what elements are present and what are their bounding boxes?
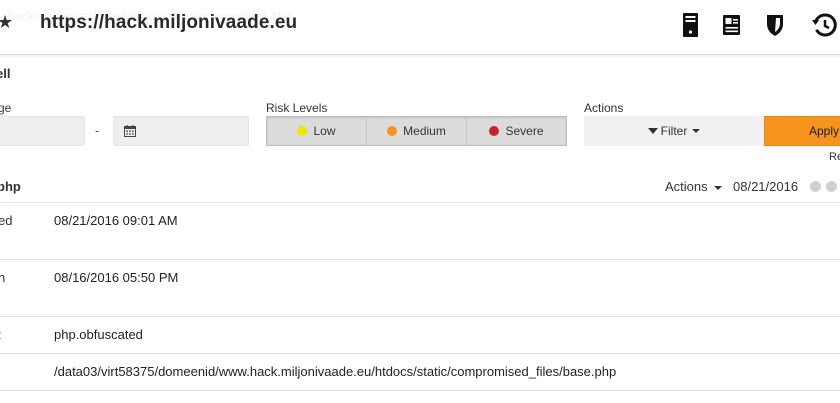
risk-severe-label: Severe	[505, 124, 544, 138]
reset-link[interactable]: Re	[829, 151, 840, 163]
filter-button-label: Filter	[660, 124, 688, 138]
actions-label: Actions	[584, 101, 624, 115]
date-range-label: ge	[0, 101, 12, 115]
id-card-icon[interactable]	[721, 12, 743, 38]
details-actions-dropdown[interactable]: Actions	[665, 179, 724, 194]
server-icon[interactable]	[680, 12, 702, 38]
detail-row-value: php.obfuscated	[54, 327, 143, 342]
medium-dot-icon	[387, 126, 398, 136]
row-divider	[0, 353, 840, 354]
risk-low-button[interactable]: Low	[267, 117, 367, 145]
date-to-input[interactable]	[113, 116, 249, 146]
apply-button-label: Apply	[809, 124, 840, 138]
chevron-down-icon	[713, 185, 722, 190]
severe-dot-icon	[489, 126, 500, 136]
shield-icon[interactable]	[764, 12, 786, 38]
detail-row-value: 08/21/2016 09:01 AM	[54, 213, 178, 228]
section-title: ell	[0, 66, 11, 81]
risk-levels-group: Low Medium Severe	[266, 116, 567, 146]
calendar-icon	[124, 125, 136, 137]
detail-row-label: ed	[0, 213, 13, 228]
status-dot-icon	[810, 181, 821, 192]
top-bar: hack.miljonivaade.eu/htdocs/static/compr…	[0, 0, 840, 55]
risk-medium-label: Medium	[403, 124, 446, 138]
low-dot-icon	[297, 126, 308, 136]
history-icon[interactable]	[812, 12, 838, 38]
details-date: 08/21/2016	[733, 179, 799, 194]
details-title: php	[0, 179, 21, 194]
risk-low-label: Low	[313, 124, 336, 138]
details-actions-label: Actions	[665, 179, 708, 194]
status-dot-icon	[826, 181, 837, 192]
file-path-value: /data03/virt58375/domeenid/www.hack.milj…	[54, 364, 617, 379]
site-title: https://hack.miljonivaade.eu	[40, 12, 298, 33]
risk-medium-button[interactable]: Medium	[367, 117, 467, 145]
risk-levels-label: Risk Levels	[266, 101, 328, 115]
chevron-down-icon	[692, 129, 701, 133]
apply-button[interactable]: Apply	[764, 116, 840, 146]
filter-dropdown-button[interactable]: Filter	[584, 116, 764, 146]
detail-row-label: :	[0, 327, 2, 342]
filter-icon	[647, 128, 658, 134]
row-divider	[0, 316, 840, 317]
risk-severe-button[interactable]: Severe	[467, 117, 566, 145]
detail-row-value: 08/16/2016 05:50 PM	[54, 270, 179, 285]
date-separator: -	[95, 123, 100, 138]
page: hack.miljonivaade.eu/htdocs/static/compr…	[0, 0, 840, 403]
row-divider	[0, 202, 840, 203]
row-divider	[0, 259, 840, 260]
row-divider	[0, 390, 840, 391]
detail-row-label: n	[0, 270, 6, 285]
date-from-input[interactable]	[0, 116, 85, 146]
star-icon[interactable]: ★	[0, 12, 13, 32]
